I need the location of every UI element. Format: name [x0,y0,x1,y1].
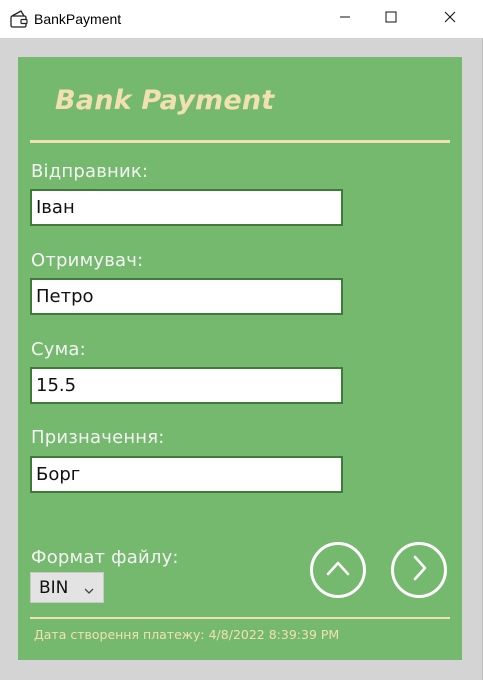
amount-input[interactable]: 15.5 [30,367,343,404]
recipient-input[interactable]: Петро [30,278,343,315]
close-button[interactable] [427,0,473,38]
purpose-input[interactable]: Борг [30,456,343,493]
chevron-right-icon [404,553,434,588]
window-title: BankPayment [34,11,122,27]
file-format-value: BIN [39,577,69,598]
file-format-select[interactable]: BIN [30,572,104,603]
maximize-button[interactable] [368,0,414,38]
chevron-down-icon [82,583,96,594]
created-date-text: Дата створення платежу: 4/8/2022 8:39:39… [34,627,340,642]
app-window: BankPayment Bank Payment Відправник: Іва… [0,0,483,680]
file-format-label: Формат файлу: [31,547,179,568]
footer-divider [30,617,450,619]
purpose-label: Призначення: [31,427,165,448]
scroll-up-button[interactable] [310,542,366,598]
sender-input[interactable]: Іван [30,189,343,226]
payment-panel: Bank Payment Відправник: Іван Отримувач:… [18,57,462,660]
amount-label: Сума: [31,339,86,360]
chevron-up-icon [323,553,353,588]
minimize-button[interactable] [322,0,368,38]
sender-label: Відправник: [31,161,149,182]
title-bar[interactable]: BankPayment [0,0,483,38]
close-icon [444,10,456,28]
wallet-icon [9,9,29,29]
page-title: Bank Payment [55,85,275,116]
minimize-icon [339,10,351,28]
header-divider [30,140,450,143]
maximize-icon [385,10,397,28]
next-button[interactable] [391,542,447,598]
recipient-label: Отримувач: [31,250,144,271]
